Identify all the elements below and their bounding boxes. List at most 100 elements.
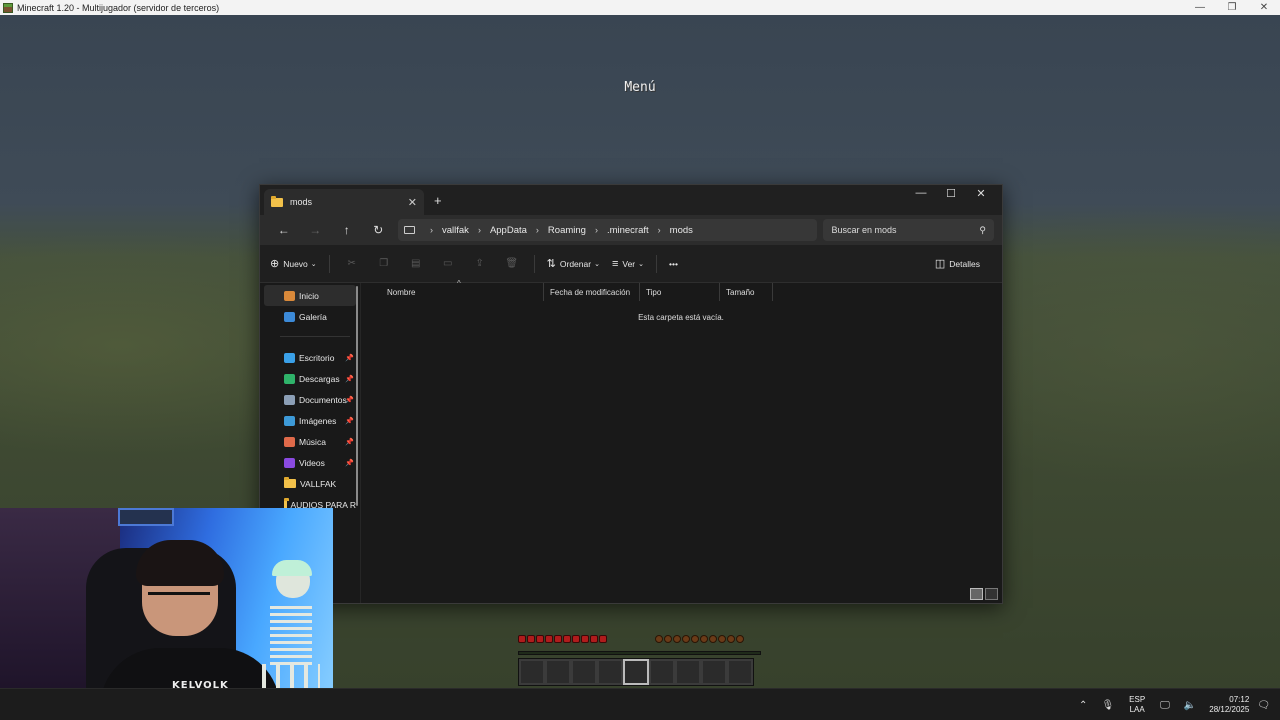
sidebar-item-documentos[interactable]: Documentos 📌 xyxy=(264,389,356,410)
share-icon[interactable]: ⇪ xyxy=(470,258,490,269)
view-button[interactable]: ≡ Ver ⌄ xyxy=(612,258,644,270)
health-bar xyxy=(518,635,607,643)
rename-icon[interactable]: ▭ xyxy=(438,258,458,269)
network-icon[interactable]: 🖵 xyxy=(1160,700,1170,711)
up-button[interactable]: ↑ xyxy=(331,223,363,237)
breadcrumb-separator[interactable]: › xyxy=(536,225,539,235)
sidebar-item-label: Inicio xyxy=(299,290,319,301)
sidebar-item-videos[interactable]: Videos 📌 xyxy=(264,452,356,473)
library-icon xyxy=(284,394,295,405)
window-titlebar: Minecraft 1.20 - Multijugador (servidor … xyxy=(0,0,1280,15)
breadcrumb[interactable]: › vallfak › AppData › Roaming › .minecra… xyxy=(398,219,818,241)
breadcrumb-item-roaming[interactable]: Roaming xyxy=(548,225,586,236)
notification-icon[interactable]: 🗨 xyxy=(1257,700,1270,711)
explorer-maximize-button[interactable]: ☐ xyxy=(936,187,966,200)
new-tab-button[interactable]: + xyxy=(434,193,442,208)
breadcrumb-separator[interactable]: › xyxy=(430,225,433,235)
streamer-hair xyxy=(136,540,224,586)
new-button[interactable]: ⊕ Nuevo ⌄ xyxy=(270,257,317,270)
hotbar-slot[interactable] xyxy=(519,659,545,685)
window-close-button[interactable]: ✕ xyxy=(1248,2,1280,13)
sidebar-scrollbar[interactable] xyxy=(356,286,358,506)
sidebar-item-escritorio[interactable]: Escritorio 📌 xyxy=(264,347,356,368)
breadcrumb-item-mods[interactable]: mods xyxy=(670,225,693,236)
tiles-view-icon[interactable] xyxy=(985,588,998,600)
breadcrumb-item-appdata[interactable]: AppData xyxy=(490,225,527,236)
sidebar-item-inicio[interactable]: Inicio xyxy=(264,285,356,306)
close-tab-icon[interactable]: ✕ xyxy=(408,196,417,209)
clock[interactable]: 07:12 28/12/2025 xyxy=(1209,695,1249,715)
explorer-close-button[interactable]: ✕ xyxy=(966,187,996,200)
column-header-size[interactable]: Tamaño xyxy=(720,283,773,301)
delete-icon[interactable]: 🗑 xyxy=(502,258,522,269)
hotbar-slot[interactable] xyxy=(675,659,701,685)
heart-icon xyxy=(581,635,589,643)
volume-icon[interactable]: 🔈 xyxy=(1184,700,1196,711)
sidebar-item-galer-a[interactable]: Galería xyxy=(264,306,356,327)
hunger-icon xyxy=(673,635,681,643)
column-header-name[interactable]: Nombre xyxy=(381,283,544,301)
library-icon xyxy=(284,290,295,301)
hotbar-slot[interactable] xyxy=(545,659,571,685)
sort-button[interactable]: ⇅ Ordenar ⌄ xyxy=(547,257,600,270)
explorer-minimize-button[interactable]: — xyxy=(906,187,936,200)
address-bar-row: ← → ↑ ↻ › vallfak › AppData › Roaming › … xyxy=(260,215,1002,245)
toolbar-divider xyxy=(328,254,330,273)
breadcrumb-separator[interactable]: › xyxy=(478,225,481,235)
sidebar-item-descargas[interactable]: Descargas 📌 xyxy=(264,368,356,389)
computer-icon[interactable] xyxy=(404,226,415,234)
language-code: ESP xyxy=(1129,695,1146,704)
webcam-wall-frame xyxy=(118,508,174,526)
skeleton-cap xyxy=(272,560,312,576)
heart-icon xyxy=(554,635,562,643)
hotbar-slot[interactable] xyxy=(623,659,649,685)
search-placeholder[interactable]: Buscar en mods xyxy=(831,225,979,235)
cut-icon[interactable]: ✂ xyxy=(342,258,362,269)
window-minimize-button[interactable]: — xyxy=(1184,2,1216,13)
hunger-icon xyxy=(709,635,717,643)
search-input[interactable]: Buscar en mods ⚲ xyxy=(823,219,994,241)
minecraft-icon xyxy=(3,2,13,13)
window-restore-button[interactable]: ❐ xyxy=(1216,2,1248,13)
breadcrumb-item-minecraft[interactable]: .minecraft xyxy=(607,225,649,236)
breadcrumb-item-vallfak[interactable]: vallfak xyxy=(442,225,469,236)
tab-mods[interactable]: mods ✕ xyxy=(264,189,424,215)
sidebar-item-vallfak[interactable]: VALLFAK xyxy=(264,473,356,494)
search-icon[interactable]: ⚲ xyxy=(979,225,986,236)
hunger-bar xyxy=(655,635,744,643)
hotbar-slot[interactable] xyxy=(727,659,753,685)
keyboard-layout: LAA xyxy=(1129,705,1145,714)
sidebar-item-im-genes[interactable]: Imágenes 📌 xyxy=(264,410,356,431)
window-title: Minecraft 1.20 - Multijugador (servidor … xyxy=(17,2,220,13)
column-header-type[interactable]: Tipo xyxy=(640,283,720,301)
hotbar-slot[interactable] xyxy=(649,659,675,685)
clock-date: 28/12/2025 xyxy=(1209,705,1250,714)
back-button[interactable]: ← xyxy=(268,223,300,237)
breadcrumb-separator[interactable]: › xyxy=(595,225,598,235)
paste-icon[interactable]: ▤ xyxy=(406,258,426,269)
sidebar-item-m-sica[interactable]: Música 📌 xyxy=(264,431,356,452)
skeleton-ribs xyxy=(270,606,312,666)
microphone-icon[interactable]: 🎙 xyxy=(1101,700,1114,711)
refresh-button[interactable]: ↻ xyxy=(363,223,395,237)
language-indicator[interactable]: ESP LAA xyxy=(1129,695,1145,715)
more-options-button[interactable]: ••• xyxy=(669,259,678,269)
forward-button[interactable]: → xyxy=(300,223,332,237)
hotbar-slot[interactable] xyxy=(701,659,727,685)
copy-icon[interactable]: ❐ xyxy=(374,258,394,269)
library-icon xyxy=(284,457,295,468)
xp-bar xyxy=(518,651,761,655)
details-pane-button[interactable]: ◫ Detalles xyxy=(935,257,980,270)
hotbar-slot[interactable] xyxy=(571,659,597,685)
column-header-date[interactable]: Fecha de modificación xyxy=(544,283,640,301)
sidebar-divider xyxy=(280,336,350,337)
show-hidden-icons-icon[interactable]: ⌃ xyxy=(1079,700,1087,711)
breadcrumb-separator[interactable]: › xyxy=(658,225,661,235)
sidebar-item-label: Documentos xyxy=(299,394,347,405)
hotbar-slot[interactable] xyxy=(597,659,623,685)
details-view-icon[interactable] xyxy=(970,588,983,600)
details-button-label: Detalles xyxy=(949,258,980,269)
sidebar-item-label: Galería xyxy=(299,311,327,322)
plus-circle-icon: ⊕ xyxy=(270,258,280,270)
folder-icon xyxy=(284,477,296,488)
